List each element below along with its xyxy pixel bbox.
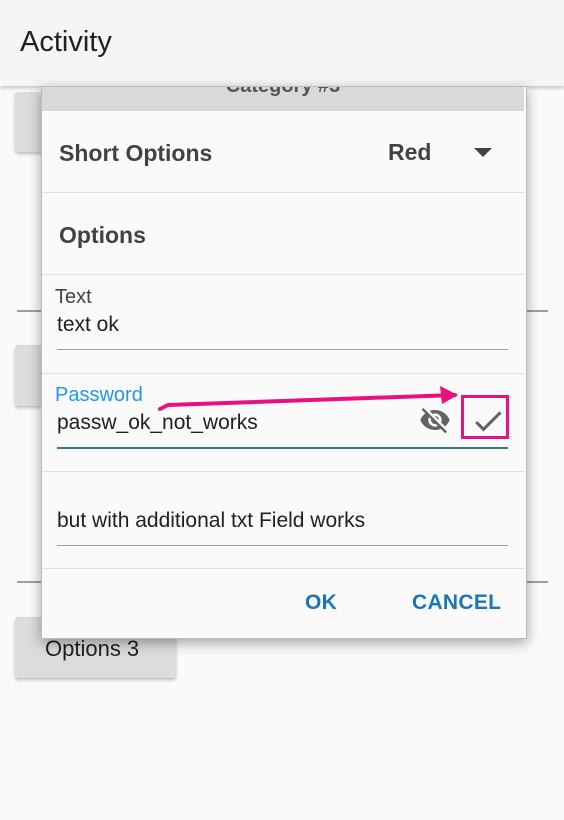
app-title: Activity xyxy=(20,26,112,58)
password-field-input[interactable]: passw_ok_not_works xyxy=(57,411,258,435)
dialog-header: Category #3 xyxy=(42,87,524,111)
background-divider-1 xyxy=(17,310,43,312)
annotation-highlight-box xyxy=(461,395,509,439)
eye-off-icon[interactable] xyxy=(419,404,451,436)
options-label[interactable]: Options xyxy=(59,222,146,249)
divider xyxy=(42,568,524,569)
short-options-label: Short Options xyxy=(59,140,213,166)
preference-dialog: Category #3 Short Options Red Options Te… xyxy=(41,86,527,639)
extra-text-field-input[interactable]: but with additional txt Field works xyxy=(57,509,365,533)
divider xyxy=(42,192,524,193)
password-field-underline xyxy=(57,447,508,449)
extra-text-field-underline xyxy=(57,545,508,546)
dialog-title: Category #3 xyxy=(42,87,524,98)
cancel-button[interactable]: CANCEL xyxy=(412,591,501,615)
short-options-selected-value[interactable]: Red xyxy=(388,139,431,166)
ok-button[interactable]: OK xyxy=(305,591,337,615)
password-field-label: Password xyxy=(55,384,143,406)
divider xyxy=(42,373,524,374)
divider xyxy=(42,274,524,275)
background-divider-3 xyxy=(17,581,43,583)
divider xyxy=(42,471,524,472)
background-divider-2 xyxy=(524,310,548,312)
text-field-label: Text xyxy=(55,286,92,308)
dropdown-arrow-icon[interactable] xyxy=(474,148,492,157)
background-divider-4 xyxy=(524,581,548,583)
app-bar: Activity xyxy=(0,0,564,86)
text-field-underline xyxy=(57,349,508,350)
text-field-input[interactable]: text ok xyxy=(57,313,119,337)
options-3-label: Options 3 xyxy=(45,636,140,661)
